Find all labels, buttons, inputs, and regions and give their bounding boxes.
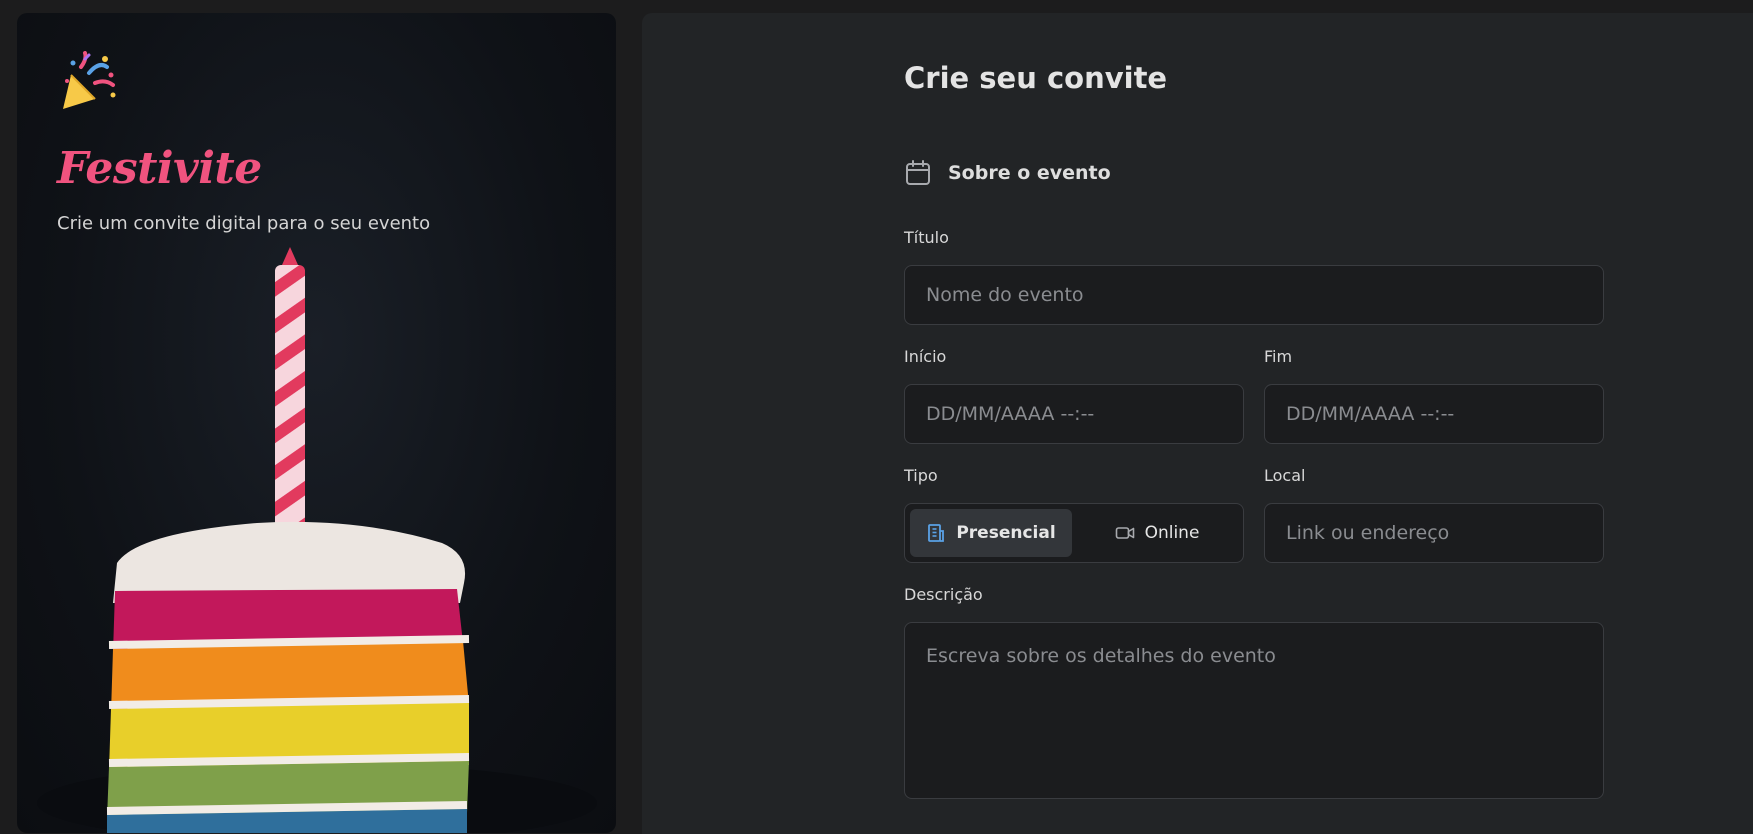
building-icon bbox=[928, 524, 945, 542]
tipo-toggle: Presencial Online bbox=[904, 503, 1244, 563]
tipo-option-label: Online bbox=[1144, 523, 1200, 543]
hero-panel: Festivite Crie um convite digital para o… bbox=[17, 13, 616, 833]
tipo-option-presencial[interactable]: Presencial bbox=[910, 509, 1072, 557]
video-camera-icon bbox=[1115, 527, 1134, 539]
calendar-icon bbox=[906, 160, 930, 185]
inicio-label: Início bbox=[904, 347, 947, 366]
form-panel: Crie seu convite Sobre o evento Título N… bbox=[642, 13, 1753, 834]
local-input[interactable]: Link ou endereço bbox=[1264, 503, 1604, 563]
section-header: Sobre o evento bbox=[904, 159, 1111, 187]
fim-label: Fim bbox=[1264, 347, 1293, 366]
fim-input[interactable]: DD/MM/AAAA --:-- bbox=[1264, 384, 1604, 444]
tipo-option-online[interactable]: Online bbox=[1076, 509, 1238, 557]
cake-image bbox=[37, 247, 597, 833]
party-popper-icon bbox=[63, 51, 116, 109]
tipo-label: Tipo bbox=[904, 466, 938, 485]
brand-tagline: Crie um convite digital para o seu event… bbox=[57, 213, 431, 234]
brand-name: Festivite bbox=[57, 143, 262, 194]
titulo-input[interactable]: Nome do evento bbox=[904, 265, 1604, 325]
section-title: Sobre o evento bbox=[948, 162, 1111, 184]
titulo-label: Título bbox=[904, 228, 949, 247]
inicio-input[interactable]: DD/MM/AAAA --:-- bbox=[904, 384, 1244, 444]
descricao-label: Descrição bbox=[904, 585, 983, 604]
descricao-textarea[interactable]: Escreva sobre os detalhes do evento bbox=[904, 622, 1604, 799]
tipo-option-label: Presencial bbox=[956, 523, 1056, 543]
local-label: Local bbox=[1264, 466, 1306, 485]
page-title: Crie seu convite bbox=[904, 61, 1168, 95]
